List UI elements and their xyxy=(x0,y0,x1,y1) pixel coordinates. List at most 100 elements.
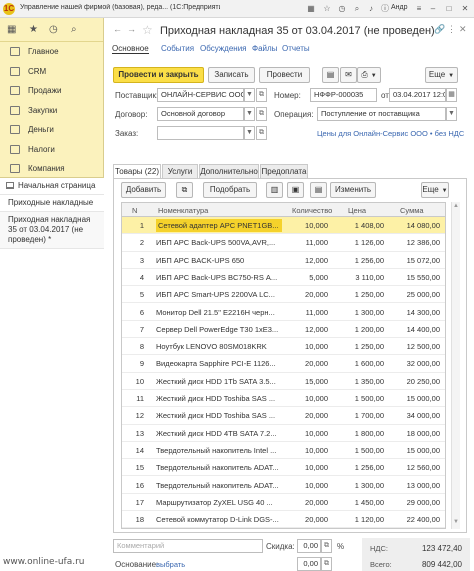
col-price[interactable]: Цена xyxy=(348,206,366,215)
post-button[interactable]: Провести xyxy=(259,67,310,83)
more-vertical-icon[interactable]: ⋮ xyxy=(447,24,456,35)
apps-grid-icon[interactable]: ▦ xyxy=(7,24,16,35)
contract-open-icon[interactable]: ⧉ xyxy=(256,107,267,121)
open-window-home[interactable]: Начальная страница xyxy=(0,178,104,195)
pick-items-button[interactable]: Подобрать xyxy=(203,182,257,198)
table-row[interactable]: 18 Сетевой коммутатор D-Link DGS-... 20,00… xyxy=(122,511,445,528)
table-row[interactable]: 12 Жесткий диск HDD Toshiba SAS ... 20,000… xyxy=(122,407,445,425)
table-scrollbar[interactable]: ▲ ▼ xyxy=(451,202,460,529)
print-icon[interactable]: ⎙ ▼ xyxy=(357,67,381,83)
basis-select-link[interactable]: выбрать xyxy=(156,560,185,569)
tab-reports[interactable]: Отчеты xyxy=(282,44,310,53)
operation-field[interactable]: Поступление от поставщика xyxy=(317,107,446,121)
sidebar-item-crm[interactable]: CRM xyxy=(0,62,103,82)
order-field[interactable] xyxy=(157,126,244,140)
add-row-button[interactable]: Добавить xyxy=(121,182,166,198)
tab-files[interactable]: Файлы xyxy=(252,44,277,53)
table-row[interactable]: 2 ИБП APC Back-UPS 500VA,AVR,... 11,000 1 1… xyxy=(122,234,445,252)
tab-prepayment[interactable]: Предоплата xyxy=(260,164,308,179)
open-window-current-document[interactable]: Приходная накладная 35 от 03.04.2017 (не… xyxy=(0,212,104,249)
table-row[interactable]: 13 Жесткий диск HDD 4TB SATA 7.2... 10,000… xyxy=(122,425,445,442)
comment-field[interactable]: Комментарий xyxy=(113,539,263,553)
menu-icon[interactable]: ≡ xyxy=(414,4,424,14)
basis-amount-field[interactable]: 0,00 xyxy=(297,557,321,571)
supplier-field[interactable]: ОНЛАЙН-СЕРВИС ООО xyxy=(157,88,244,102)
sidebar-item-sales[interactable]: Продажи xyxy=(0,81,103,101)
search-icon[interactable]: ⌕ xyxy=(352,4,362,14)
tab-discussions[interactable]: Обсуждения xyxy=(200,44,247,53)
basis-open-icon[interactable]: ⧉ xyxy=(321,557,332,571)
tab-services[interactable]: Услуги xyxy=(162,164,198,179)
discount-field[interactable]: 0,00 xyxy=(297,539,321,553)
history-clock-icon[interactable]: ◷ xyxy=(49,24,58,35)
minimize-icon[interactable]: – xyxy=(428,4,438,14)
tab-additional[interactable]: Дополнительно xyxy=(199,164,259,179)
history-icon[interactable]: ◷ xyxy=(337,4,347,14)
contract-field[interactable]: Основной договор xyxy=(157,107,244,121)
barcode-icon[interactable]: ▥ xyxy=(266,182,283,198)
scan-icon[interactable]: ▣ xyxy=(287,182,304,198)
table-row[interactable]: 5 ИБП APC Smart-UPS 2200VA LC... 20,000 1 2… xyxy=(122,286,445,304)
change-button[interactable]: Изменить xyxy=(330,182,376,198)
sidebar-item-company[interactable]: Компания xyxy=(0,159,103,179)
close-form-icon[interactable]: ✕ xyxy=(459,24,467,35)
scroll-down-icon[interactable]: ▼ xyxy=(452,519,460,528)
mail-icon[interactable]: ✉ xyxy=(340,67,357,83)
link-icon[interactable]: 🔗 xyxy=(434,24,445,35)
table-row[interactable]: 6 Монитор Dell 21.5" E2216H черн... 11,000… xyxy=(122,304,445,321)
table-row[interactable]: 10 Жесткий диск HDD 1Tb SATA 3.5... 15,000… xyxy=(122,373,445,390)
supplier-dropdown-icon[interactable]: ▼ xyxy=(244,88,255,102)
table-row[interactable]: 4 ИБП APC Back-UPS BC750-RS А... 5,000 3 11… xyxy=(122,269,445,287)
sidebar-item-main[interactable]: Главное xyxy=(0,42,103,62)
favorites-star-icon[interactable]: ★ xyxy=(29,24,38,35)
date-field[interactable]: 03.04.2017 12:0 xyxy=(389,88,446,102)
operation-dropdown-icon[interactable]: ▼ xyxy=(446,107,457,121)
favorite-star-icon[interactable]: ☆ xyxy=(142,23,153,37)
table-row[interactable]: 16 Твердотельный накопитель ADAT... 10,000… xyxy=(122,477,445,494)
close-window-icon[interactable]: ✕ xyxy=(460,4,470,14)
global-search-icon[interactable]: ⌕ xyxy=(71,24,77,35)
table-row[interactable]: 19Сетевой коммутатор D-Link DGS...10,000… xyxy=(122,528,446,529)
back-arrow-icon[interactable]: ← xyxy=(112,24,123,37)
post-and-close-button[interactable]: Провести и закрыть xyxy=(113,67,204,83)
prices-link[interactable]: Цены для Онлайн-Сервис ООО • без НДС xyxy=(317,129,464,138)
maximize-icon[interactable]: □ xyxy=(444,4,454,14)
documents-icon[interactable]: ▤ xyxy=(322,67,339,83)
table-row[interactable]: 14 Твердотельный накопитель Intel ... 10,0… xyxy=(122,442,445,460)
forward-arrow-icon[interactable]: → xyxy=(126,24,137,37)
table-row[interactable]: 8 Ноутбук LENOVO 80SM018KRK 10,000 1 250,00… xyxy=(122,338,445,356)
table-row[interactable]: 1 Сетевой адаптер APC PNET1GB... 10,000 1 4… xyxy=(122,217,445,235)
table-row[interactable]: 3 ИБП APC BACK-UPS 650 12,000 1 256,00 15 07… xyxy=(122,252,445,269)
col-sum[interactable]: Сумма xyxy=(400,206,424,215)
contract-dropdown-icon[interactable]: ▼ xyxy=(244,107,255,121)
col-name[interactable]: Номенклатура xyxy=(158,206,208,215)
discount-open-icon[interactable]: ⧉ xyxy=(321,539,332,553)
table-row[interactable]: 7 Сервер Dell PowerEdge T30 1xE3... 12,000… xyxy=(122,321,445,339)
more-button[interactable]: Еще ▼ xyxy=(425,67,458,83)
user-name[interactable]: Андр xyxy=(391,4,408,11)
table-row[interactable]: 15 Твердотельный накопитель ADAT... 10,000… xyxy=(122,459,445,477)
bell-icon[interactable]: ♪ xyxy=(366,4,376,14)
info-icon[interactable]: ⓘ xyxy=(380,4,390,14)
order-dropdown-icon[interactable]: ▼ xyxy=(244,126,255,140)
table-more-button[interactable]: Еще ▼ xyxy=(421,182,449,198)
scroll-up-icon[interactable]: ▲ xyxy=(452,203,460,212)
table-row[interactable]: 17 Маршрутизатор ZyXEL USG 40 ... 20,000 1 … xyxy=(122,494,445,512)
excel-icon[interactable]: ▤ xyxy=(310,182,327,198)
table-row[interactable]: 11 Жесткий диск HDD Toshiba SAS ... 10,000… xyxy=(122,390,445,408)
grid-icon[interactable]: ▦ xyxy=(306,4,316,14)
col-qty[interactable]: Количество xyxy=(292,206,332,215)
copy-row-icon[interactable]: ⧉ xyxy=(176,182,193,198)
sidebar-item-money[interactable]: Деньги xyxy=(0,120,103,140)
order-open-icon[interactable]: ⧉ xyxy=(256,126,267,140)
open-window-receipts-list[interactable]: Приходные накладные xyxy=(0,195,104,212)
supplier-open-icon[interactable]: ⧉ xyxy=(256,88,267,102)
calendar-icon[interactable]: ▦ xyxy=(446,88,457,102)
save-button[interactable]: Записать xyxy=(208,67,255,83)
tab-events[interactable]: События xyxy=(161,44,194,53)
sidebar-item-purchases[interactable]: Закупки xyxy=(0,101,103,121)
tab-main[interactable]: Основное xyxy=(112,44,149,54)
col-n[interactable]: N xyxy=(132,206,137,215)
table-row[interactable]: 9 Видеокарта Sapphire PCI-E 1126... 20,000… xyxy=(122,355,445,373)
star-icon[interactable]: ☆ xyxy=(322,4,332,14)
